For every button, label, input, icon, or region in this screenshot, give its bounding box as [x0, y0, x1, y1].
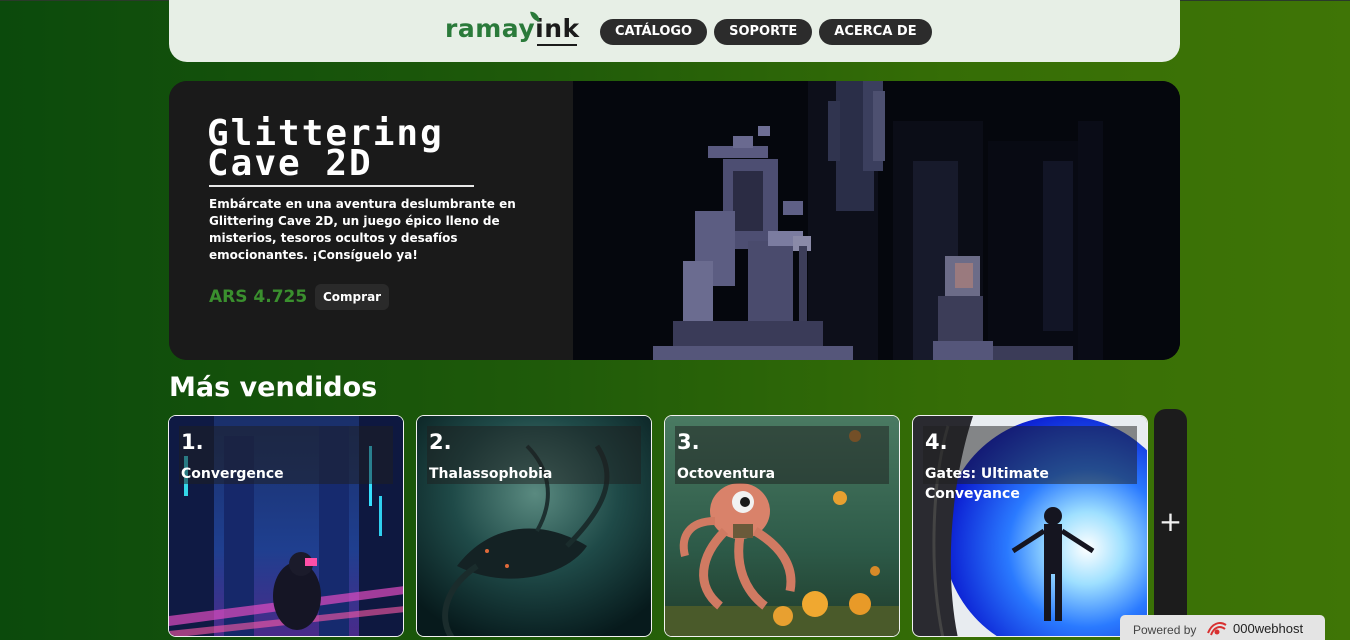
card-name: Convergence — [181, 466, 284, 482]
webhost-brand: 000webhost — [1233, 621, 1304, 636]
hero-price: ARS 4.725 — [209, 287, 308, 307]
card-name: Thalassophobia — [429, 466, 553, 482]
logo-text-ink: ink — [535, 14, 580, 43]
card-rank: 1. — [181, 430, 204, 454]
powered-by-badge[interactable]: Powered by 000webhost — [1120, 615, 1325, 640]
hero-info-panel: Glittering Cave 2D Embárcate en una aven… — [169, 81, 573, 360]
game-card-thalassophobia[interactable]: 2. Thalassophobia — [416, 415, 652, 637]
hero-divider — [209, 185, 474, 187]
game-card-octoventura[interactable]: 3. Octoventura — [664, 415, 900, 637]
bestsellers-heading: Más vendidos — [169, 372, 378, 403]
nav-soporte-button[interactable]: SOPORTE — [714, 19, 813, 45]
hero-title: Glittering Cave 2D — [207, 113, 444, 184]
see-more-button[interactable]: + — [1154, 409, 1187, 640]
logo[interactable]: ramayink — [445, 10, 580, 48]
card-name: Octoventura — [677, 466, 776, 482]
card-rank: 2. — [429, 430, 452, 454]
hero-pixel-art-image[interactable] — [573, 81, 1180, 360]
powered-by-label: Powered by — [1133, 623, 1197, 637]
buy-button[interactable]: Comprar — [315, 284, 390, 310]
logo-underline — [537, 44, 577, 46]
logo-text-ramay: ramay — [445, 14, 536, 43]
card-rank: 4. — [925, 430, 948, 454]
nav-acerca-de-button[interactable]: ACERCA DE — [819, 19, 932, 45]
featured-game-banner: Glittering Cave 2D Embárcate en una aven… — [169, 81, 1180, 360]
game-card-convergence[interactable]: 1. Convergence — [168, 415, 404, 637]
hero-description: Embárcate en una aventura deslumbrante e… — [209, 197, 516, 262]
card-name: Gates: Ultimate Conveyance — [925, 466, 1049, 502]
game-card-gates-ultimate-conveyance[interactable]: 4. Gates: Ultimate Conveyance — [912, 415, 1148, 637]
card-rank: 3. — [677, 430, 700, 454]
nav-catalogo-button[interactable]: CATÁLOGO — [600, 19, 708, 45]
plus-icon: + — [1158, 505, 1183, 538]
site-header: ramayink CATÁLOGO SOPORTE ACERCA DE — [169, 0, 1180, 62]
webhost-logo-icon — [1207, 622, 1227, 636]
main-nav: CATÁLOGO SOPORTE ACERCA DE — [600, 19, 932, 45]
